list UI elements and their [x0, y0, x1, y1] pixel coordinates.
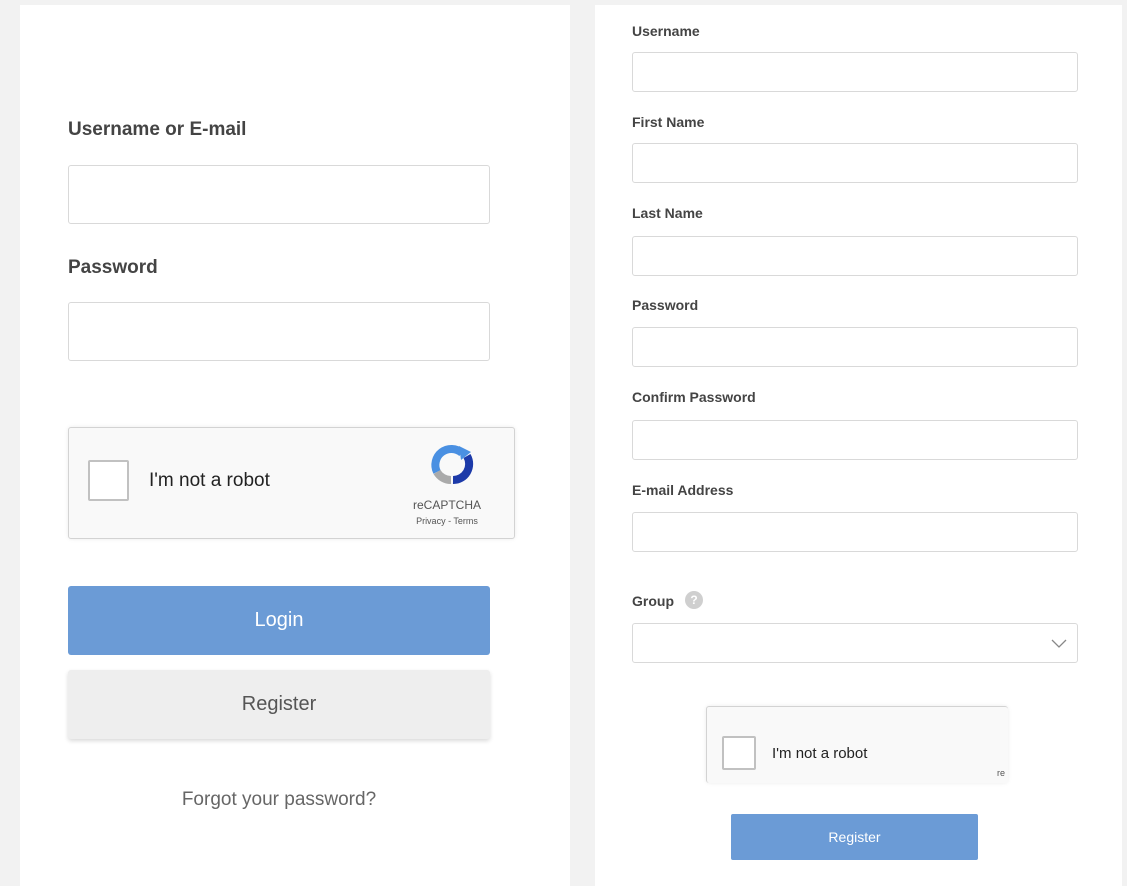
recaptcha-widget: I'm not a robot reCAPTCHA Privacy - Term… [68, 427, 515, 539]
password-input[interactable] [68, 302, 490, 361]
recaptcha-checkbox[interactable] [88, 460, 129, 501]
confirm-password-label: Confirm Password [632, 389, 756, 405]
recaptcha-logo-icon [429, 444, 479, 485]
chevron-down-icon [1051, 636, 1067, 654]
login-button[interactable]: Login [68, 586, 490, 655]
recaptcha-label: I'm not a robot [772, 745, 868, 762]
username-or-email-label: Username or E-mail [68, 119, 247, 140]
recaptcha-checkbox[interactable] [722, 736, 756, 770]
confirm-password-input[interactable] [632, 420, 1078, 460]
username-input[interactable] [632, 52, 1078, 92]
recaptcha-brand-fragment: re [997, 768, 1006, 778]
email-address-label: E-mail Address [632, 482, 734, 498]
recaptcha-privacy-link[interactable]: Privacy [416, 516, 446, 526]
password-label: Password [632, 297, 699, 313]
username-or-email-input[interactable] [68, 165, 490, 224]
password-input[interactable] [632, 327, 1078, 367]
register-button[interactable]: Register [68, 670, 490, 739]
group-label: Group [632, 593, 674, 609]
forgot-password-link[interactable]: Forgot your password? [68, 789, 490, 811]
first-name-label: First Name [632, 114, 705, 130]
first-name-input[interactable] [632, 143, 1078, 183]
recaptcha-label: I'm not a robot [149, 470, 270, 491]
register-submit-button[interactable]: Register [731, 814, 978, 860]
recaptcha-widget: I'm not a robot re [706, 706, 1008, 783]
group-help-icon[interactable]: ? [685, 591, 703, 609]
username-label: Username [632, 23, 700, 39]
email-address-input[interactable] [632, 512, 1078, 552]
register-panel: Username First Name Last Name Password C… [595, 5, 1122, 886]
login-panel: Username or E-mail Password I'm not a ro… [20, 5, 570, 886]
last-name-label: Last Name [632, 205, 703, 221]
recaptcha-brand: reCAPTCHA [412, 498, 481, 512]
group-select[interactable] [632, 623, 1078, 663]
password-label: Password [68, 257, 158, 278]
recaptcha-terms-link[interactable]: Terms [453, 516, 478, 526]
last-name-input[interactable] [632, 236, 1078, 276]
